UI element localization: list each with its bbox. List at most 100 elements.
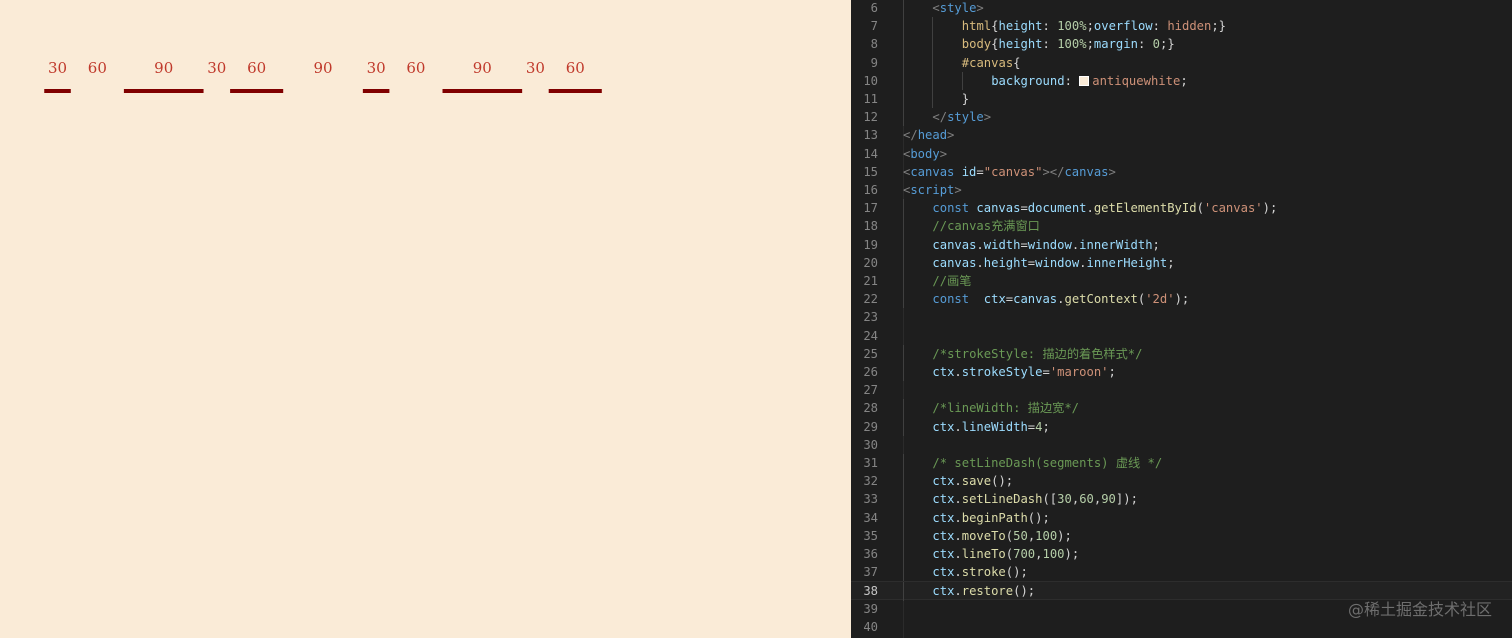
code-line[interactable]: 23 bbox=[851, 308, 1512, 326]
line-number: 11 bbox=[863, 92, 878, 106]
code-token: { bbox=[991, 37, 999, 52]
indent-guide bbox=[903, 563, 904, 582]
code-line[interactable]: 24 bbox=[851, 327, 1512, 345]
code-token: { bbox=[1013, 55, 1021, 70]
code-line[interactable]: 14 <body> bbox=[851, 145, 1512, 163]
code-line[interactable]: 19 canvas.width=window.innerWidth; bbox=[851, 235, 1512, 254]
code-line[interactable]: 8 body{height: 100%;margin: 0;} bbox=[851, 35, 1512, 54]
code-line[interactable]: 28 /*lineWidth: 描边宽*/ bbox=[851, 399, 1512, 418]
line-number: 27 bbox=[863, 383, 878, 398]
code-line[interactable]: 6 <style> bbox=[851, 0, 1512, 18]
line-number: 33 bbox=[863, 492, 878, 507]
code-token: ); bbox=[1057, 528, 1072, 543]
line-number: 21 bbox=[863, 274, 878, 288]
code-line[interactable]: 29 ctx.lineWidth=4; bbox=[851, 417, 1512, 436]
code-text: ctx.setLineDash([30,60,90]); bbox=[932, 490, 1138, 508]
code-token: ; bbox=[1180, 73, 1188, 88]
code-text: </style> bbox=[932, 108, 991, 126]
code-token: . bbox=[954, 547, 962, 561]
code-line[interactable]: 25 /*strokeStyle: 描边的着色样式*/ bbox=[851, 344, 1512, 363]
line-number: 29 bbox=[863, 419, 878, 434]
code-token: ctx bbox=[932, 565, 955, 580]
indent-guide bbox=[903, 0, 904, 18]
indent-guide bbox=[932, 90, 934, 109]
code-token: hidden bbox=[1167, 19, 1212, 34]
code-token: script bbox=[910, 183, 955, 197]
code-token: . bbox=[954, 584, 962, 599]
code-line[interactable]: 21 //画笔 bbox=[851, 272, 1512, 291]
code-token: ; bbox=[1042, 419, 1050, 434]
code-token: ctx bbox=[932, 547, 955, 561]
code-token: . bbox=[1086, 201, 1094, 216]
code-token: overflow bbox=[1093, 19, 1153, 34]
code-line[interactable]: 22 const ctx=canvas.getContext('2d'); bbox=[851, 290, 1512, 309]
code-token: ctx bbox=[983, 292, 1006, 307]
code-token: margin bbox=[1093, 37, 1138, 52]
line-number: 24 bbox=[863, 328, 878, 343]
line-number: 14 bbox=[863, 146, 878, 161]
code-line[interactable]: 20 canvas.height=window.innerHeight; bbox=[851, 253, 1512, 272]
code-text: <body> bbox=[903, 145, 947, 163]
code-line[interactable]: 10 background: antiquewhite; bbox=[851, 71, 1512, 90]
code-line[interactable]: 26 ctx.strokeStyle='maroon'; bbox=[851, 363, 1512, 382]
code-line[interactable]: 40 bbox=[851, 618, 1512, 636]
code-line[interactable]: 17 const canvas=document.getElementById('… bbox=[851, 199, 1512, 218]
indent-guide bbox=[903, 272, 904, 291]
code-token: const bbox=[932, 292, 970, 307]
code-token: ; bbox=[1086, 19, 1094, 34]
code-token: innerHeight bbox=[1086, 255, 1168, 270]
code-line[interactable]: 30 bbox=[851, 436, 1512, 454]
code-token: restore bbox=[961, 584, 1014, 599]
code-token: . bbox=[954, 565, 962, 580]
code-token: ctx bbox=[932, 492, 955, 507]
code-token: (); bbox=[1005, 565, 1028, 580]
code-token: ctx bbox=[932, 510, 955, 525]
indent-guide bbox=[903, 290, 904, 309]
code-line[interactable]: 37 ctx.stroke(); bbox=[851, 563, 1512, 582]
code-token: </ bbox=[903, 128, 918, 143]
code-line[interactable]: 33 ctx.setLineDash([30,60,90]); bbox=[851, 490, 1512, 509]
line-number: 7 bbox=[870, 19, 878, 34]
code-token: </ bbox=[932, 110, 948, 125]
code-token: ; bbox=[1167, 255, 1175, 270]
dash-length-label: 60 bbox=[247, 59, 266, 77]
code-token: < bbox=[932, 1, 940, 15]
code-line[interactable]: 13 </head> bbox=[851, 126, 1512, 144]
code-token: (); bbox=[991, 474, 1014, 489]
code-token: document bbox=[1027, 201, 1087, 216]
color-swatch[interactable] bbox=[1079, 75, 1090, 86]
code-token: 0 bbox=[1152, 37, 1160, 52]
code-token: setLineDash bbox=[961, 492, 1043, 507]
code-token: save bbox=[961, 474, 992, 489]
code-line[interactable]: 35 ctx.moveTo(50,100); bbox=[851, 526, 1512, 545]
code-token: . bbox=[954, 474, 962, 489]
code-line[interactable]: 36 ctx.lineTo(700,100); bbox=[851, 545, 1512, 564]
code-text: body{height: 100%;margin: 0;} bbox=[962, 35, 1175, 53]
code-line[interactable]: 11} bbox=[851, 90, 1512, 109]
indent-guide bbox=[903, 90, 904, 109]
code-token: > bbox=[939, 146, 948, 161]
code-editor[interactable]: 6 <style> 7 html{height: 100%;overflow: hid… bbox=[851, 0, 1512, 638]
indent-guide bbox=[903, 344, 904, 363]
code-token: 100 bbox=[1042, 547, 1065, 561]
line-number: 20 bbox=[863, 255, 878, 270]
line-number: 39 bbox=[863, 601, 878, 616]
indent-guide bbox=[903, 526, 904, 545]
code-text: //画笔 bbox=[932, 272, 971, 290]
code-line[interactable]: 7 html{height: 100%;overflow: hidden;} bbox=[851, 17, 1512, 36]
code-line[interactable]: 18 //canvas充满窗口 bbox=[851, 217, 1512, 236]
code-line[interactable]: 34 ctx.beginPath(); bbox=[851, 508, 1512, 527]
code-line[interactable]: 31 /* setLineDash(segments) 虚线 */ bbox=[851, 454, 1512, 473]
code-token: = bbox=[1020, 201, 1028, 216]
line-number: 19 bbox=[863, 237, 878, 252]
code-line[interactable]: 16 <script> bbox=[851, 181, 1512, 199]
code-line[interactable]: 15 <canvas id="canvas"></canvas> bbox=[851, 163, 1512, 181]
code-text: ctx.lineTo(700,100); bbox=[932, 545, 1079, 563]
line-number: 26 bbox=[863, 365, 878, 379]
code-line[interactable]: 27 bbox=[851, 381, 1512, 399]
dash-length-label: 90 bbox=[154, 59, 173, 77]
indent-guide bbox=[903, 253, 904, 272]
code-line[interactable]: 32 ctx.save(); bbox=[851, 472, 1512, 491]
code-line[interactable]: 9 #canvas{ bbox=[851, 53, 1512, 72]
code-line[interactable]: 12 </style> bbox=[851, 108, 1512, 127]
